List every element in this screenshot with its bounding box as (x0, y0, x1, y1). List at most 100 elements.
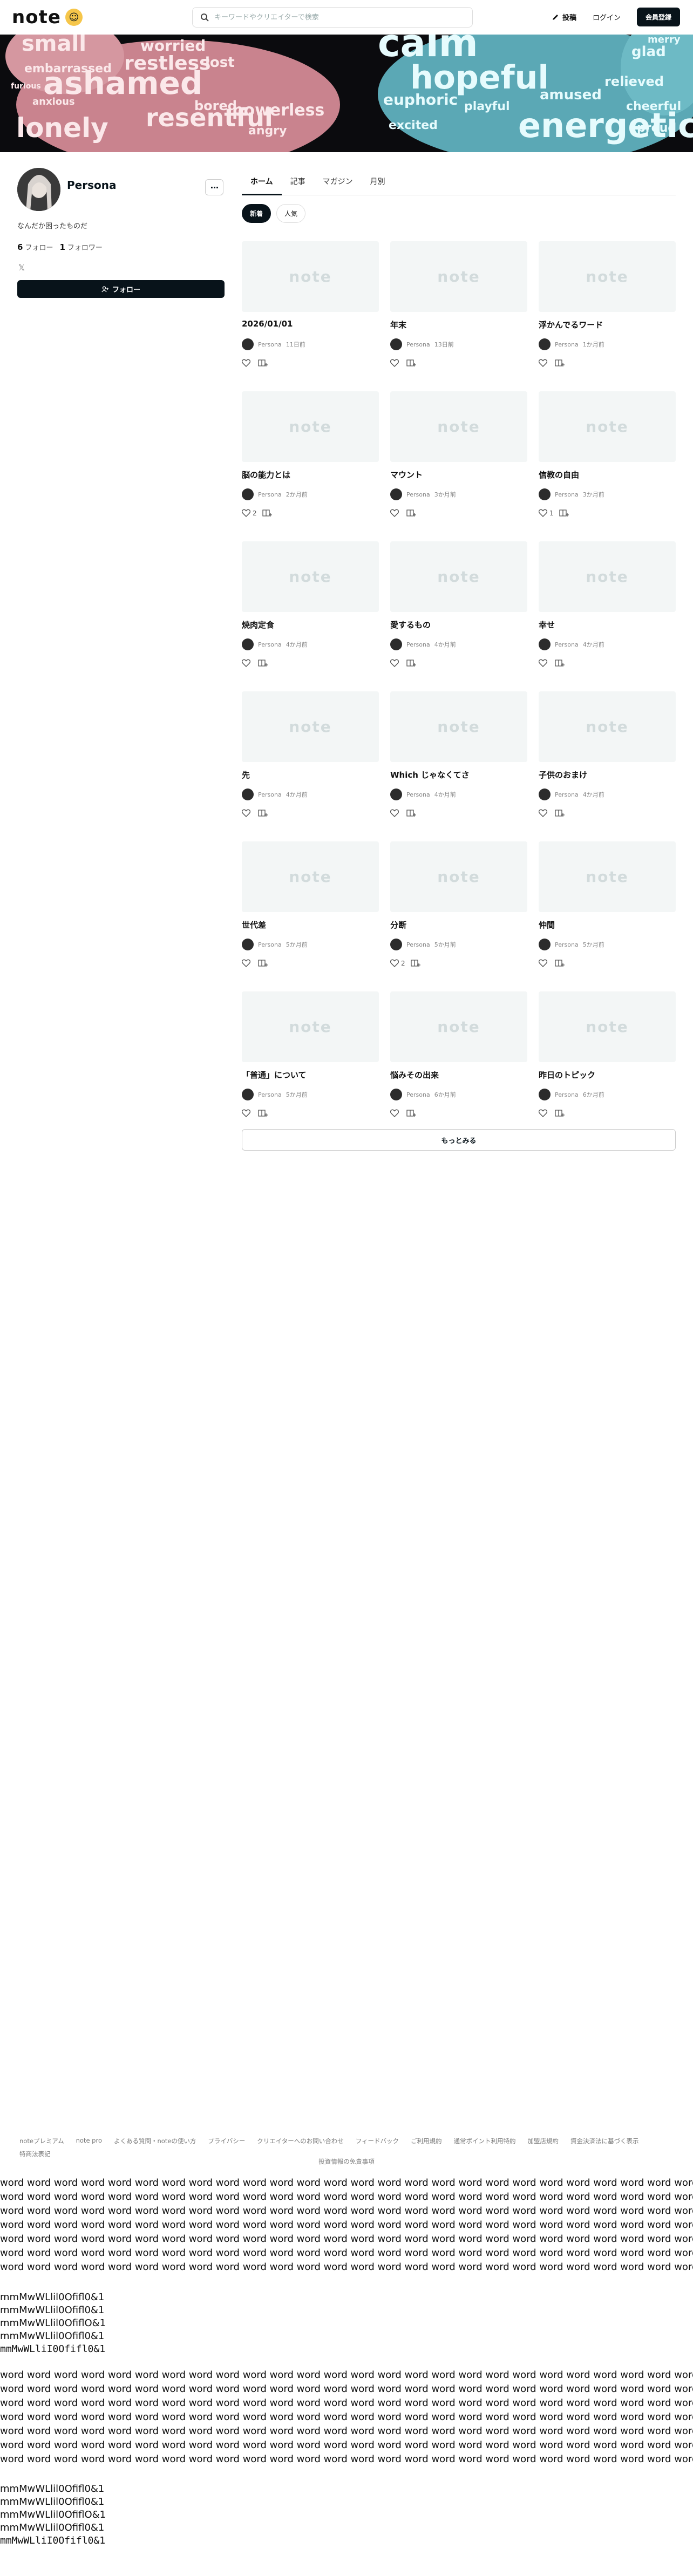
post-thumbnail[interactable]: note (539, 691, 676, 762)
post-card[interactable]: note 昨日のトピック Persona 6か月前 (539, 991, 676, 1132)
author-avatar[interactable] (539, 488, 551, 500)
footer-link[interactable]: クリエイターへのお問い合わせ (257, 2137, 344, 2145)
following-link[interactable]: 6 フォロー (17, 242, 53, 252)
author-name[interactable]: Persona (555, 491, 579, 498)
heart-icon[interactable] (390, 659, 399, 667)
author-name[interactable]: Persona (258, 641, 282, 648)
magazine-add-icon[interactable] (410, 959, 420, 967)
author-name[interactable]: Persona (258, 491, 282, 498)
author-name[interactable]: Persona (258, 941, 282, 948)
magazine-add-icon[interactable] (555, 659, 565, 667)
heart-icon[interactable] (539, 1109, 547, 1117)
author-name[interactable]: Persona (406, 491, 430, 498)
post-thumbnail[interactable]: note (390, 541, 527, 612)
author-name[interactable]: Persona (406, 791, 430, 798)
tab-monthly[interactable]: 月別 (362, 173, 394, 195)
post-card[interactable]: note 幸せ Persona 4か月前 (539, 541, 676, 682)
author-name[interactable]: Persona (406, 941, 430, 948)
heart-icon[interactable] (539, 359, 547, 367)
author-avatar[interactable] (390, 488, 402, 500)
post-card[interactable]: note 浮かんでるワード Persona 1か月前 (539, 241, 676, 382)
magazine-add-icon[interactable] (262, 509, 272, 517)
note-logo[interactable]: note ☺ (12, 6, 83, 28)
post-title[interactable]: 世代差 (242, 919, 379, 930)
post-title[interactable]: 脳の能力とは (242, 469, 379, 480)
post-title[interactable]: 分断 (390, 919, 527, 930)
heart-icon[interactable] (242, 659, 250, 667)
post-title[interactable]: 子供のおまけ (539, 769, 676, 780)
author-avatar[interactable] (390, 1089, 402, 1100)
tab-home[interactable]: ホーム (242, 173, 282, 195)
heart-icon[interactable] (390, 1109, 399, 1117)
post-title[interactable]: 焼肉定食 (242, 619, 379, 630)
profile-name[interactable]: Persona (67, 179, 116, 192)
heart-icon[interactable] (390, 509, 399, 517)
author-avatar[interactable] (539, 638, 551, 650)
author-avatar[interactable] (539, 939, 551, 950)
magazine-add-icon[interactable] (406, 1109, 416, 1117)
post-card[interactable]: note Which じゃなくてさ Persona 4か月前 (390, 691, 527, 832)
post-thumbnail[interactable]: note (242, 841, 379, 912)
heart-icon[interactable] (242, 1109, 250, 1117)
post-title[interactable]: 「普通」について (242, 1069, 379, 1080)
author-avatar[interactable] (539, 789, 551, 800)
author-avatar[interactable] (242, 789, 254, 800)
magazine-add-icon[interactable] (555, 959, 565, 967)
magazine-add-icon[interactable] (258, 659, 268, 667)
author-name[interactable]: Persona (555, 791, 579, 798)
author-name[interactable]: Persona (258, 791, 282, 798)
post-thumbnail[interactable]: note (539, 391, 676, 462)
search-box[interactable] (192, 7, 473, 28)
author-name[interactable]: Persona (406, 341, 430, 348)
magazine-add-icon[interactable] (406, 359, 416, 367)
author-avatar[interactable] (390, 789, 402, 800)
post-title[interactable]: 信教の自由 (539, 469, 676, 480)
x-twitter-icon[interactable]: 𝕏 (18, 263, 25, 273)
login-button[interactable]: ログイン (593, 12, 621, 22)
author-avatar[interactable] (390, 638, 402, 650)
heart-icon[interactable] (242, 959, 250, 967)
footer-link[interactable]: noteプレミアム (19, 2137, 64, 2145)
heart-icon[interactable] (242, 509, 250, 517)
post-thumbnail[interactable]: note (539, 991, 676, 1062)
post-title[interactable]: マウント (390, 469, 527, 480)
chip-popular[interactable]: 人気 (276, 204, 306, 223)
post-thumbnail[interactable]: note (390, 841, 527, 912)
heart-icon[interactable] (539, 509, 547, 517)
post-card[interactable]: note 悩みその出来 Persona 6か月前 (390, 991, 527, 1132)
author-name[interactable]: Persona (258, 341, 282, 348)
post-card[interactable]: note マウント Persona 3か月前 (390, 391, 527, 532)
post-button[interactable]: 投稿 (552, 12, 576, 22)
magazine-add-icon[interactable] (555, 359, 565, 367)
author-avatar[interactable] (390, 939, 402, 950)
post-title[interactable]: 2026/01/01 (242, 319, 379, 329)
magazine-add-icon[interactable] (555, 809, 565, 817)
post-title[interactable]: 先 (242, 769, 379, 780)
post-thumbnail[interactable]: note (242, 991, 379, 1062)
post-title[interactable]: 悩みその出来 (390, 1069, 527, 1080)
author-avatar[interactable] (539, 338, 551, 350)
post-thumbnail[interactable]: note (242, 241, 379, 312)
author-avatar[interactable] (390, 338, 402, 350)
author-avatar[interactable] (242, 488, 254, 500)
post-thumbnail[interactable]: note (390, 391, 527, 462)
magazine-add-icon[interactable] (559, 509, 569, 517)
post-title[interactable]: 幸せ (539, 619, 676, 630)
post-title[interactable]: 愛するもの (390, 619, 527, 630)
chip-newest[interactable]: 新着 (242, 204, 271, 223)
post-thumbnail[interactable]: note (242, 691, 379, 762)
heart-icon[interactable] (539, 959, 547, 967)
footer-disclaimer-link[interactable]: 投資情報の免責事項 (0, 2157, 693, 2166)
followers-link[interactable]: 1 フォロワー (59, 242, 102, 252)
profile-avatar[interactable] (17, 168, 60, 211)
heart-icon[interactable] (539, 659, 547, 667)
author-name[interactable]: Persona (258, 1091, 282, 1098)
post-thumbnail[interactable]: note (242, 541, 379, 612)
magazine-add-icon[interactable] (555, 1109, 565, 1117)
post-card[interactable]: note 世代差 Persona 5か月前 (242, 841, 379, 982)
post-card[interactable]: note 分断 Persona 5か月前 2 (390, 841, 527, 982)
post-card[interactable]: note 年末 Persona 13日前 (390, 241, 527, 382)
post-card[interactable]: note 2026/01/01 Persona 11日前 (242, 241, 379, 382)
magazine-add-icon[interactable] (258, 809, 268, 817)
post-card[interactable]: note 仲間 Persona 5か月前 (539, 841, 676, 982)
